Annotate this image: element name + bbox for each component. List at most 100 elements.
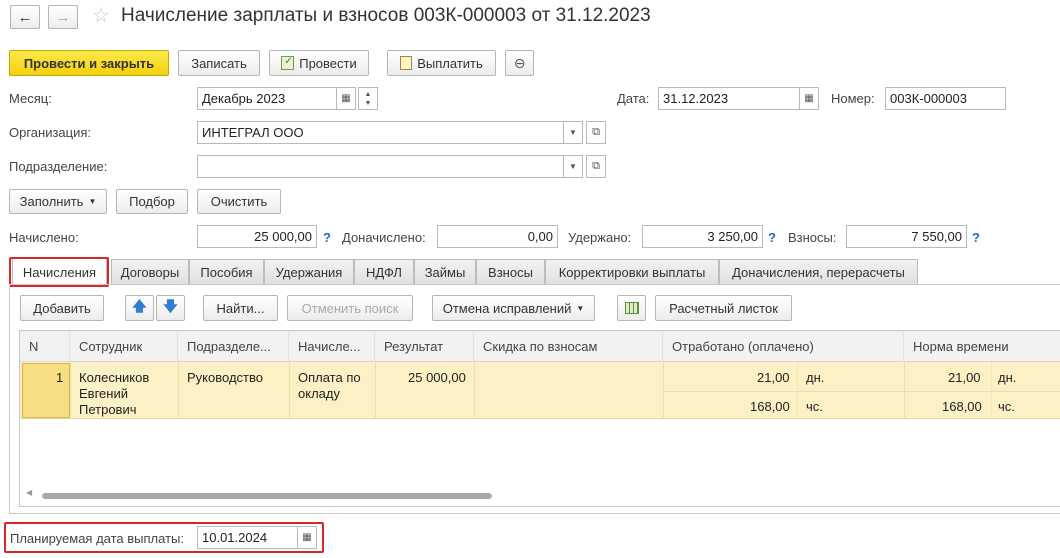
- back-button[interactable]: ←: [10, 5, 40, 29]
- arrow-up-icon: 🡅: [132, 298, 147, 314]
- department-open-icon[interactable]: ⧉: [586, 155, 606, 178]
- month-field[interactable]: Декабрь 2023: [197, 87, 337, 110]
- table-settings-button[interactable]: [617, 295, 646, 321]
- organization-open-icon[interactable]: ⧉: [586, 121, 606, 144]
- calendar-icon[interactable]: ▦: [336, 87, 356, 110]
- withheld-field: 3 250,00: [642, 225, 763, 248]
- department-dropdown-icon[interactable]: ▼: [563, 155, 583, 178]
- result-cell: 25 000,00: [408, 370, 466, 385]
- row-divider: [375, 362, 376, 419]
- cancel-search-button[interactable]: Отменить поиск: [287, 295, 413, 321]
- scroll-left-icon[interactable]: ◀: [26, 488, 32, 497]
- clear-button[interactable]: Очистить: [197, 189, 281, 214]
- accruals-tab-highlight: [9, 257, 109, 287]
- find-button[interactable]: Найти...: [203, 295, 278, 321]
- number-field[interactable]: 003К-000003: [885, 87, 1006, 110]
- payslip-button[interactable]: Расчетный листок: [655, 295, 792, 321]
- pay-document-icon: [400, 56, 413, 70]
- accrued-help-icon[interactable]: ?: [323, 230, 331, 245]
- worked-days: 21,00: [757, 370, 790, 385]
- accrual-type-line2: окладу: [298, 386, 340, 401]
- withheld-help-icon[interactable]: ?: [768, 230, 776, 245]
- norm-days: 21,00: [948, 370, 981, 385]
- department-field[interactable]: [197, 155, 564, 178]
- organization-label: Организация:: [9, 125, 92, 140]
- tab-benefits[interactable]: Пособия: [189, 259, 264, 284]
- col-contribution-discount[interactable]: Скидка по взносам: [474, 331, 663, 362]
- move-up-button[interactable]: 🡅: [125, 295, 154, 321]
- tab-recalculations[interactable]: Доначисления, перерасчеты: [719, 259, 918, 284]
- page-title: Начисление зарплаты и взносов 003К-00000…: [121, 5, 651, 26]
- month-label: Месяц:: [9, 91, 52, 106]
- arrow-left-icon: ←: [17, 8, 33, 26]
- worked-days-unit: дн.: [806, 370, 825, 385]
- organization-field[interactable]: ИНТЕГРАЛ ООО: [197, 121, 564, 144]
- unit-divider: [797, 362, 798, 419]
- horizontal-scrollbar[interactable]: ◀: [22, 488, 1060, 502]
- col-employee[interactable]: Сотрудник: [70, 331, 178, 362]
- employee-name-line1: Колесников: [79, 370, 150, 385]
- col-worked[interactable]: Отработано (оплачено): [663, 331, 904, 362]
- add-button[interactable]: Добавить: [20, 295, 104, 321]
- tab-contracts[interactable]: Договоры: [111, 259, 189, 284]
- row-subdivider: [663, 391, 1060, 392]
- pay-button[interactable]: Выплатить: [387, 50, 496, 76]
- date-calendar-icon[interactable]: ▦: [799, 87, 819, 110]
- chevron-down-icon: ▼: [576, 303, 585, 313]
- scrollbar-thumb[interactable]: [42, 493, 492, 499]
- spin-up-icon: ▲: [364, 90, 372, 98]
- post-button[interactable]: ✓ Провести: [269, 50, 369, 76]
- additional-label: Доначислено:: [342, 230, 426, 245]
- date-label: Дата:: [617, 91, 650, 106]
- fill-button[interactable]: Заполнить ▼: [9, 189, 107, 214]
- tab-contributions[interactable]: Взносы: [476, 259, 545, 284]
- month-spinner[interactable]: ▲ ▼: [358, 87, 378, 110]
- attach-button[interactable]: ⊘: [505, 50, 534, 76]
- department-cell: Руководство: [187, 370, 263, 385]
- worked-hours: 168,00: [750, 399, 790, 414]
- col-n[interactable]: N: [20, 331, 70, 362]
- unit-divider: [991, 362, 992, 419]
- paperclip-icon: ⊘: [510, 52, 530, 73]
- additional-field: 0,00: [437, 225, 558, 248]
- number-label: Номер:: [831, 91, 875, 106]
- accrued-label: Начислено:: [9, 230, 79, 245]
- row-divider: [70, 362, 71, 419]
- arrow-down-icon: 🡇: [163, 298, 178, 314]
- contributions-help-icon[interactable]: ?: [972, 230, 980, 245]
- col-result[interactable]: Результат: [375, 331, 474, 362]
- chevron-down-icon: ▼: [88, 197, 97, 206]
- tab-deductions[interactable]: Удержания: [264, 259, 354, 284]
- favorite-star-icon[interactable]: ☆: [92, 3, 110, 28]
- tab-payment-adjustments[interactable]: Корректировки выплаты: [545, 259, 719, 284]
- tab-loans[interactable]: Займы: [414, 259, 476, 284]
- row-divider: [289, 362, 290, 419]
- forward-button[interactable]: →: [48, 5, 78, 29]
- grid-edit-icon: [624, 302, 639, 314]
- planned-date-calendar-icon[interactable]: ▦: [297, 526, 317, 549]
- worked-hours-unit: чс.: [806, 399, 823, 414]
- cancel-corrections-button[interactable]: Отмена исправлений ▼: [432, 295, 595, 321]
- norm-hours-unit: чс.: [998, 399, 1015, 414]
- spin-down-icon: ▼: [364, 99, 372, 107]
- col-norm-time[interactable]: Норма времени: [904, 331, 1060, 362]
- employee-name-line2: Евгений: [79, 386, 128, 401]
- row-number: 1: [56, 370, 64, 385]
- norm-days-unit: дн.: [998, 370, 1017, 385]
- tab-ndfl[interactable]: НДФЛ: [354, 259, 414, 284]
- row-divider: [178, 362, 179, 419]
- select-button[interactable]: Подбор: [116, 189, 188, 214]
- planned-date-field[interactable]: 10.01.2024: [197, 526, 298, 549]
- arrow-right-icon: →: [55, 8, 71, 26]
- move-down-button[interactable]: 🡇: [156, 295, 185, 321]
- date-field[interactable]: 31.12.2023: [658, 87, 800, 110]
- contributions-label: Взносы:: [788, 230, 837, 245]
- post-and-close-button[interactable]: Провести и закрыть: [9, 50, 169, 76]
- save-button[interactable]: Записать: [178, 50, 260, 76]
- col-department[interactable]: Подразделе...: [178, 331, 289, 362]
- row-divider: [474, 362, 475, 419]
- organization-dropdown-icon[interactable]: ▼: [563, 121, 583, 144]
- accrual-type-line1: Оплата по: [298, 370, 361, 385]
- col-accrual[interactable]: Начисле...: [289, 331, 375, 362]
- post-icon: ✓: [281, 56, 295, 70]
